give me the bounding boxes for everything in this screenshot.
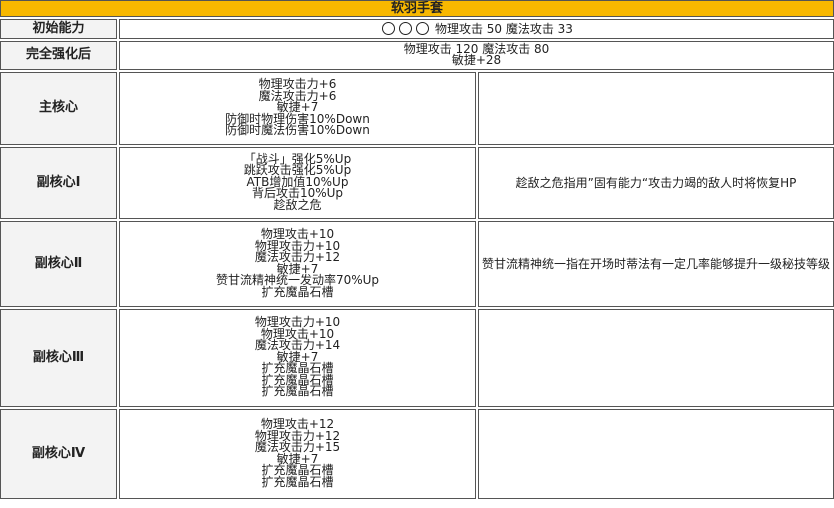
core-2-stats: 物理攻击+10 物理攻击力+10 魔法攻击力+12 敏捷+7 赞甘流精神统一发动率70%… xyxy=(119,220,476,307)
stat-line: 防御时魔法伤害10%Down xyxy=(225,123,370,138)
core-1-stats: 「战斗」强化5%Up 跳跃攻击强化5%Up ATB增加值10%Up 背后攻击10%Up… xyxy=(119,146,476,219)
core-4-stats: 物理攻击+12 物理攻击力+12 魔法攻击力+15 敏捷+7 扩充魔晶石槽 扩充魔晶石槽 xyxy=(119,408,476,499)
table-title: 软羽手套 xyxy=(0,0,834,17)
slot-circle-icon xyxy=(399,22,413,35)
core-3-desc xyxy=(478,308,834,407)
initial-value: 物理攻击 50 魔法攻击 33 xyxy=(434,22,573,36)
core-3-stats: 物理攻击力+10 物理攻击+10 魔法攻击力+14 敏捷+7 扩充魔晶石槽 扩充魔晶石槽扩… xyxy=(119,308,476,407)
core-1-desc: 趁敌之危指用”固有能力“攻击力竭的敌人时将恢复HP xyxy=(478,146,834,219)
stat-line: 扩充魔晶石槽 xyxy=(261,474,334,489)
core-main-desc xyxy=(478,71,834,145)
row-label-core-1: 副核心Ⅰ xyxy=(0,146,117,219)
row-label-initial: 初始能力 xyxy=(0,19,117,39)
slot-circle-icon xyxy=(416,22,430,35)
row-label-core-4: 副核心Ⅳ xyxy=(0,408,117,499)
stat-line: 趁敌之危 xyxy=(273,197,322,212)
core-2-desc: 赞甘流精神统一指在开场时蒂法有一定几率能够提升一级秘技等级 xyxy=(478,220,834,307)
stat-line: 敏捷+28 xyxy=(451,53,502,67)
row-label-core-2: 副核心Ⅱ xyxy=(0,220,117,307)
row-label-core-main: 主核心 xyxy=(0,71,117,145)
equipment-table: 软羽手套 初始能力 物理攻击 50 魔法攻击 33 完全强化后 物理攻击 120… xyxy=(0,0,834,501)
stat-line: 扩充魔晶石槽 xyxy=(261,284,334,299)
core-main-stats: 物理攻击力+6 魔法攻击力+6 敏捷+7 防御时物理伤害10%Down 防御时魔法伤害1… xyxy=(119,71,476,145)
core-4-desc xyxy=(478,408,834,499)
slot-circle-icon xyxy=(382,22,396,35)
row-label-core-3: 副核心Ⅲ xyxy=(0,308,117,407)
stat-line: 扩充魔晶石槽 xyxy=(261,384,334,399)
initial-value-cell: 物理攻击 50 魔法攻击 33 xyxy=(119,19,834,39)
full-value-cell: 物理攻击 120 魔法攻击 80 敏捷+28 xyxy=(119,40,834,70)
row-label-full: 完全强化后 xyxy=(0,40,117,70)
